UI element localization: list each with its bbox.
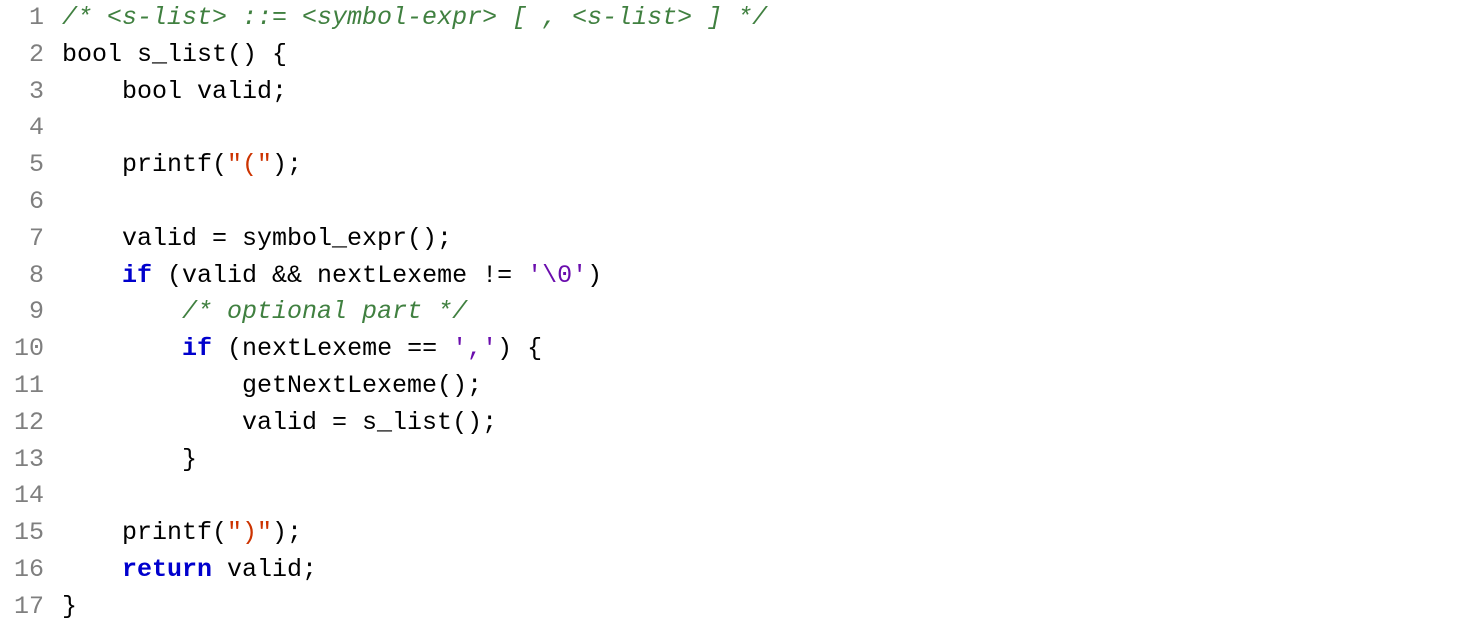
line-number: 13 (0, 442, 62, 479)
code-line: 7 valid = symbol_expr(); (0, 221, 1470, 258)
code-line: 12 valid = s_list(); (0, 405, 1470, 442)
code-content: bool s_list() { (62, 37, 287, 74)
code-listing: 1/* <s-list> ::= <symbol-expr> [ , <s-li… (0, 0, 1470, 626)
code-line: 8 if (valid && nextLexeme != '\0') (0, 258, 1470, 295)
line-number: 7 (0, 221, 62, 258)
code-content: getNextLexeme(); (62, 368, 482, 405)
code-content: } (62, 589, 77, 626)
code-line: 5 printf("("); (0, 147, 1470, 184)
code-line: 9 /* optional part */ (0, 294, 1470, 331)
line-number: 12 (0, 405, 62, 442)
line-number: 10 (0, 331, 62, 368)
code-content: } (62, 442, 197, 479)
code-line: 3 bool valid; (0, 74, 1470, 111)
code-content: bool valid; (62, 74, 287, 111)
code-content: printf(")"); (62, 515, 302, 552)
line-number: 17 (0, 589, 62, 626)
line-number: 11 (0, 368, 62, 405)
code-line: 13 } (0, 442, 1470, 479)
code-line: 14 (0, 478, 1470, 515)
code-line: 16 return valid; (0, 552, 1470, 589)
code-content: /* optional part */ (62, 294, 467, 331)
line-number: 1 (0, 0, 62, 37)
code-content: /* <s-list> ::= <symbol-expr> [ , <s-lis… (62, 0, 767, 37)
code-content: if (nextLexeme == ',') { (62, 331, 542, 368)
line-number: 3 (0, 74, 62, 111)
line-number: 8 (0, 258, 62, 295)
line-number: 2 (0, 37, 62, 74)
code-content: return valid; (62, 552, 317, 589)
code-line: 10 if (nextLexeme == ',') { (0, 331, 1470, 368)
code-line: 11 getNextLexeme(); (0, 368, 1470, 405)
code-line: 4 (0, 110, 1470, 147)
line-number: 15 (0, 515, 62, 552)
line-number: 9 (0, 294, 62, 331)
line-number: 6 (0, 184, 62, 221)
line-number: 5 (0, 147, 62, 184)
line-number: 16 (0, 552, 62, 589)
code-line: 1/* <s-list> ::= <symbol-expr> [ , <s-li… (0, 0, 1470, 37)
code-content: printf("("); (62, 147, 302, 184)
code-content: valid = s_list(); (62, 405, 497, 442)
code-line: 6 (0, 184, 1470, 221)
line-number: 4 (0, 110, 62, 147)
code-content: valid = symbol_expr(); (62, 221, 452, 258)
code-content: if (valid && nextLexeme != '\0') (62, 258, 602, 295)
line-number: 14 (0, 478, 62, 515)
code-line: 15 printf(")"); (0, 515, 1470, 552)
code-line: 17} (0, 589, 1470, 626)
code-line: 2bool s_list() { (0, 37, 1470, 74)
